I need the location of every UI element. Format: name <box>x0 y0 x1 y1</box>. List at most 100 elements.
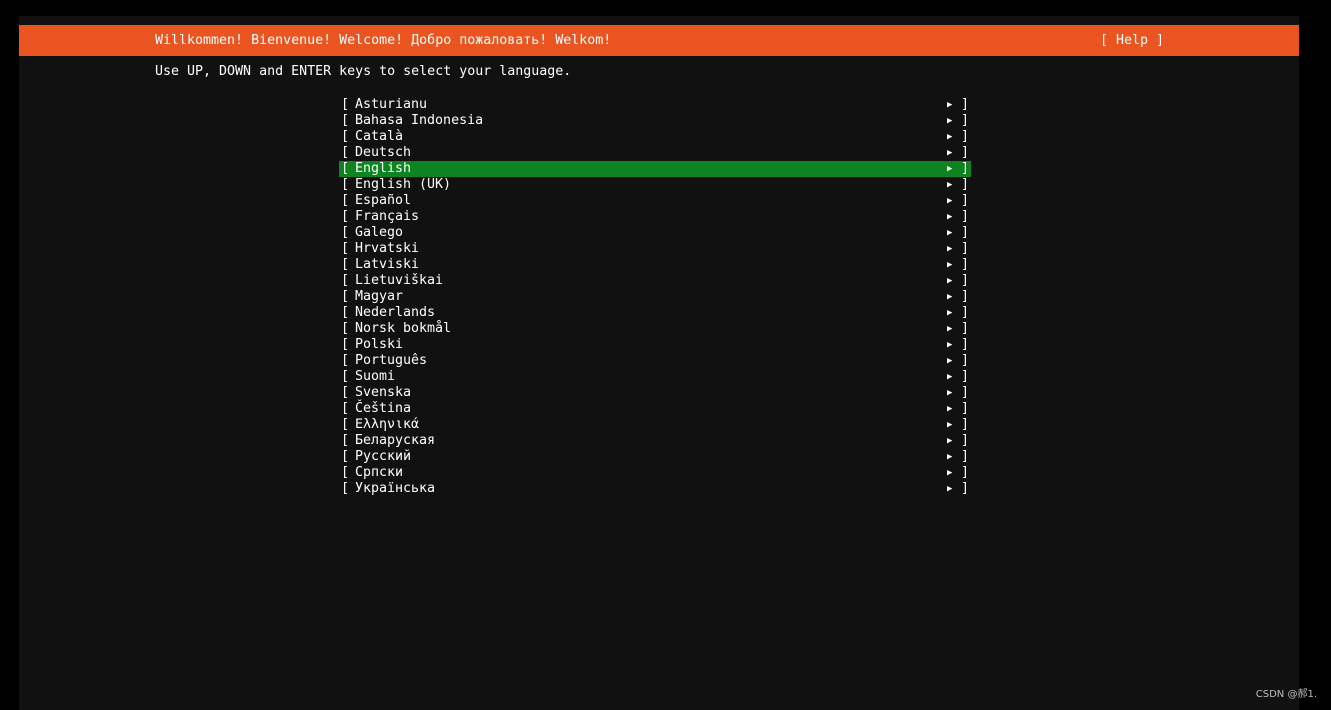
arrow-right-icon: ▶ <box>947 356 953 366</box>
arrow-right-icon: ▶ <box>947 116 953 126</box>
language-option-[interactable]: [Русский ▶] <box>339 449 971 465</box>
language-option-[interactable]: [Српски ▶] <box>339 465 971 481</box>
language-label: Asturianu <box>355 97 428 112</box>
language-option-[interactable]: [Беларуская ▶] <box>339 433 971 449</box>
watermark: CSDN @郝1. <box>1255 689 1317 700</box>
language-label: Беларуская <box>355 433 436 448</box>
language-label: Svenska <box>355 385 412 400</box>
arrow-right-icon: ▶ <box>947 484 953 494</box>
close-bracket: ] <box>961 465 970 480</box>
language-label: English <box>355 161 412 176</box>
language-option-galego[interactable]: [Galego ▶] <box>339 225 971 241</box>
header-bar: Willkommen! Bienvenue! Welcome! Добро по… <box>19 25 1299 56</box>
language-label: Српски <box>355 465 404 480</box>
close-bracket: ] <box>961 369 970 384</box>
language-label: Русский <box>355 449 412 464</box>
open-bracket: [ <box>341 385 350 400</box>
arrow-right-icon: ▶ <box>947 212 953 222</box>
open-bracket: [ <box>341 289 350 304</box>
welcome-title: Willkommen! Bienvenue! Welcome! Добро по… <box>155 33 612 48</box>
language-option-portugu-s[interactable]: [Português ▶] <box>339 353 971 369</box>
language-label: Polski <box>355 337 404 352</box>
instruction-text: Use UP, DOWN and ENTER keys to select yo… <box>155 64 572 79</box>
language-option-magyar[interactable]: [Magyar ▶] <box>339 289 971 305</box>
help-button[interactable]: [ Help ] <box>1100 25 1164 56</box>
language-option-[interactable]: [Українська ▶] <box>339 481 971 497</box>
language-label: Українська <box>355 481 436 496</box>
language-label: Español <box>355 193 412 208</box>
close-bracket: ] <box>961 321 970 336</box>
open-bracket: [ <box>341 337 350 352</box>
language-option-bahasa-indonesia[interactable]: [Bahasa Indonesia ▶] <box>339 113 971 129</box>
arrow-right-icon: ▶ <box>947 388 953 398</box>
close-bracket: ] <box>961 257 970 272</box>
language-option-deutsch[interactable]: [Deutsch ▶] <box>339 145 971 161</box>
arrow-right-icon: ▶ <box>947 244 953 254</box>
arrow-right-icon: ▶ <box>947 276 953 286</box>
arrow-right-icon: ▶ <box>947 100 953 110</box>
language-option-english[interactable]: [English ▶] <box>339 161 971 177</box>
language-option-english-uk[interactable]: [English (UK) ▶] <box>339 177 971 193</box>
language-label: Magyar <box>355 289 404 304</box>
arrow-right-icon: ▶ <box>947 132 953 142</box>
arrow-right-icon: ▶ <box>947 452 953 462</box>
open-bracket: [ <box>341 161 350 176</box>
language-option-fran-ais[interactable]: [ Français ▶] <box>339 209 971 225</box>
language-label: Ελληνικά <box>355 417 420 432</box>
arrow-right-icon: ▶ <box>947 164 953 174</box>
arrow-right-icon: ▶ <box>947 372 953 382</box>
language-label: Português <box>355 353 428 368</box>
open-bracket: [ <box>341 401 350 416</box>
language-label: Nederlands <box>355 305 436 320</box>
close-bracket: ] <box>961 337 970 352</box>
open-bracket: [ <box>341 225 350 240</box>
language-option-espa-ol[interactable]: [Español ▶] <box>339 193 971 209</box>
open-bracket: [ <box>341 321 350 336</box>
close-bracket: ] <box>961 305 970 320</box>
open-bracket: [ <box>341 241 350 256</box>
language-option-e-tina[interactable]: [Čeština ▶] <box>339 401 971 417</box>
open-bracket: [ <box>341 273 350 288</box>
arrow-right-icon: ▶ <box>947 180 953 190</box>
close-bracket: ] <box>961 289 970 304</box>
language-option-lietuvi-kai[interactable]: [Lietuviškai ▶] <box>339 273 971 289</box>
language-option-suomi[interactable]: [ Suomi ▶] <box>339 369 971 385</box>
open-bracket: [ <box>341 145 350 160</box>
language-option-svenska[interactable]: [Svenska ▶] <box>339 385 971 401</box>
language-list: [Asturianu ▶] [Bahasa Indonesia ▶] [Català ▶]… <box>339 97 971 497</box>
language-option-polski[interactable]: [Polski ▶] <box>339 337 971 353</box>
language-option-hrvatski[interactable]: [Hrvatski ▶] <box>339 241 971 257</box>
arrow-right-icon: ▶ <box>947 228 953 238</box>
arrow-right-icon: ▶ <box>947 260 953 270</box>
installer-screen: Willkommen! Bienvenue! Welcome! Добро по… <box>19 16 1299 710</box>
close-bracket: ] <box>961 481 970 496</box>
language-label: Latviski <box>355 257 420 272</box>
close-bracket: ] <box>961 401 970 416</box>
close-bracket: ] <box>961 129 970 144</box>
language-option-catal[interactable]: [Català ▶] <box>339 129 971 145</box>
language-option-latviski[interactable]: [ Latviski ▶] <box>339 257 971 273</box>
close-bracket: ] <box>961 145 970 160</box>
language-option-asturianu[interactable]: [Asturianu ▶] <box>339 97 971 113</box>
close-bracket: ] <box>961 113 970 128</box>
language-label: English (UK) <box>355 177 452 192</box>
language-option-[interactable]: [Ελληνικά ▶] <box>339 417 971 433</box>
open-bracket: [ <box>341 209 350 224</box>
arrow-right-icon: ▶ <box>947 468 953 478</box>
arrow-right-icon: ▶ <box>947 404 953 414</box>
close-bracket: ] <box>961 433 970 448</box>
language-label: Suomi <box>355 369 396 384</box>
open-bracket: [ <box>341 129 350 144</box>
language-label: Français <box>355 209 420 224</box>
close-bracket: ] <box>961 353 970 368</box>
language-label: Hrvatski <box>355 241 420 256</box>
arrow-right-icon: ▶ <box>947 196 953 206</box>
open-bracket: [ <box>341 449 350 464</box>
close-bracket: ] <box>961 177 970 192</box>
open-bracket: [ <box>341 369 350 384</box>
close-bracket: ] <box>961 97 970 112</box>
language-option-norsk-bokm-l[interactable]: [Norsk bokmål ▶] <box>339 321 971 337</box>
language-option-nederlands[interactable]: [Nederlands ▶] <box>339 305 971 321</box>
open-bracket: [ <box>341 257 350 272</box>
close-bracket: ] <box>961 209 970 224</box>
